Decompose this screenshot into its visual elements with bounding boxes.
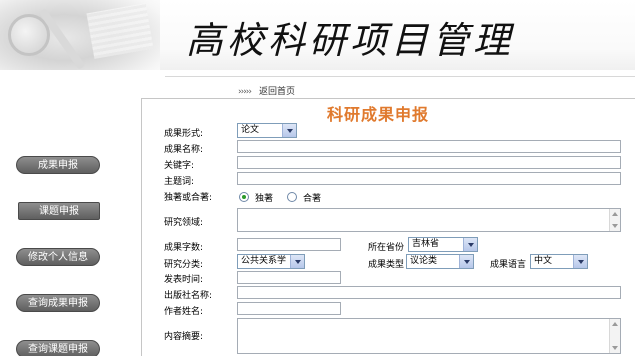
authorship-label: 独著或合著: xyxy=(164,193,213,203)
co-author-radio[interactable] xyxy=(287,192,297,202)
co-author-option: 合著 xyxy=(303,194,322,204)
result-type-select[interactable]: 议论类 xyxy=(406,254,474,269)
sidebar-item-topic-apply[interactable]: 课题申报 xyxy=(18,202,100,220)
sidebar-item-edit-profile[interactable]: 修改个人信息 xyxy=(16,248,100,266)
research-field-label: 研究领域: xyxy=(164,218,204,228)
sole-author-radio[interactable] xyxy=(239,192,249,202)
language-select[interactable]: 中文 xyxy=(530,254,588,269)
publish-time-label: 发表时间: xyxy=(164,275,204,285)
subject-words-label: 主题词: xyxy=(164,177,195,187)
publish-time-input[interactable] xyxy=(237,271,341,284)
scroll-down-icon xyxy=(612,346,618,350)
scroll-down-icon xyxy=(612,224,618,228)
result-name-input[interactable] xyxy=(237,140,621,153)
abstract-textarea[interactable] xyxy=(237,318,621,354)
header-divider xyxy=(165,76,635,77)
publisher-label: 出版社名称: xyxy=(164,291,213,301)
form-title: 科研成果申报 xyxy=(327,105,430,124)
keywords-input[interactable] xyxy=(237,156,621,169)
language-label: 成果语言 xyxy=(490,260,527,270)
author-input[interactable] xyxy=(237,302,341,315)
province-label: 所在省份 xyxy=(368,243,405,253)
header-banner: 高校科研项目管理 xyxy=(0,0,635,70)
category-select[interactable]: 公共关系学 xyxy=(237,254,305,269)
category-label: 研究分类: xyxy=(164,260,204,270)
result-form-label: 成果形式: xyxy=(164,129,204,139)
result-form: 科研成果申报 成果形式: 论文 成果名称: 关键字: 主题词: 独著或合著: 独… xyxy=(141,98,635,356)
chevron-down-icon xyxy=(463,238,477,251)
word-count-input[interactable] xyxy=(237,238,341,251)
return-home-label: 返回首页 xyxy=(259,87,296,97)
chevron-down-icon xyxy=(459,255,473,268)
sidebar-item-query-topics[interactable]: 查询课题申报 xyxy=(16,340,100,356)
subject-words-input[interactable] xyxy=(237,172,621,185)
scroll-up-icon xyxy=(612,212,618,216)
word-count-label: 成果字数: xyxy=(164,243,204,253)
province-select[interactable]: 吉林省 xyxy=(408,237,478,252)
publisher-input[interactable] xyxy=(237,286,621,299)
banner-illustration xyxy=(0,0,160,70)
scrollbar[interactable] xyxy=(609,209,620,231)
research-field-textarea[interactable] xyxy=(237,208,621,232)
chevron-down-icon xyxy=(290,255,304,268)
sidebar: 成果申报 课题申报 修改个人信息 查询成果申报 查询课题申报 xyxy=(0,98,138,356)
scroll-up-icon xyxy=(612,322,618,326)
scrollbar[interactable] xyxy=(609,319,620,353)
paper-graphic xyxy=(86,3,154,59)
sidebar-item-result-apply[interactable]: 成果申报 xyxy=(16,156,100,174)
chevron-down-icon xyxy=(282,124,296,137)
result-type-label: 成果类型 xyxy=(368,260,405,270)
sole-author-option: 独著 xyxy=(255,194,274,204)
chevron-down-icon xyxy=(573,255,587,268)
arrows-icon: ››››› xyxy=(238,87,252,97)
keywords-label: 关键字: xyxy=(164,161,195,171)
result-form-select[interactable]: 论文 xyxy=(237,123,297,138)
site-title: 高校科研项目管理 xyxy=(186,19,514,62)
sidebar-item-query-results[interactable]: 查询成果申报 xyxy=(16,294,100,312)
author-label: 作者姓名: xyxy=(164,307,204,317)
abstract-label: 内容摘要: xyxy=(164,332,204,342)
return-home-link[interactable]: ››››› 返回首页 xyxy=(238,84,295,97)
result-name-label: 成果名称: xyxy=(164,145,204,155)
